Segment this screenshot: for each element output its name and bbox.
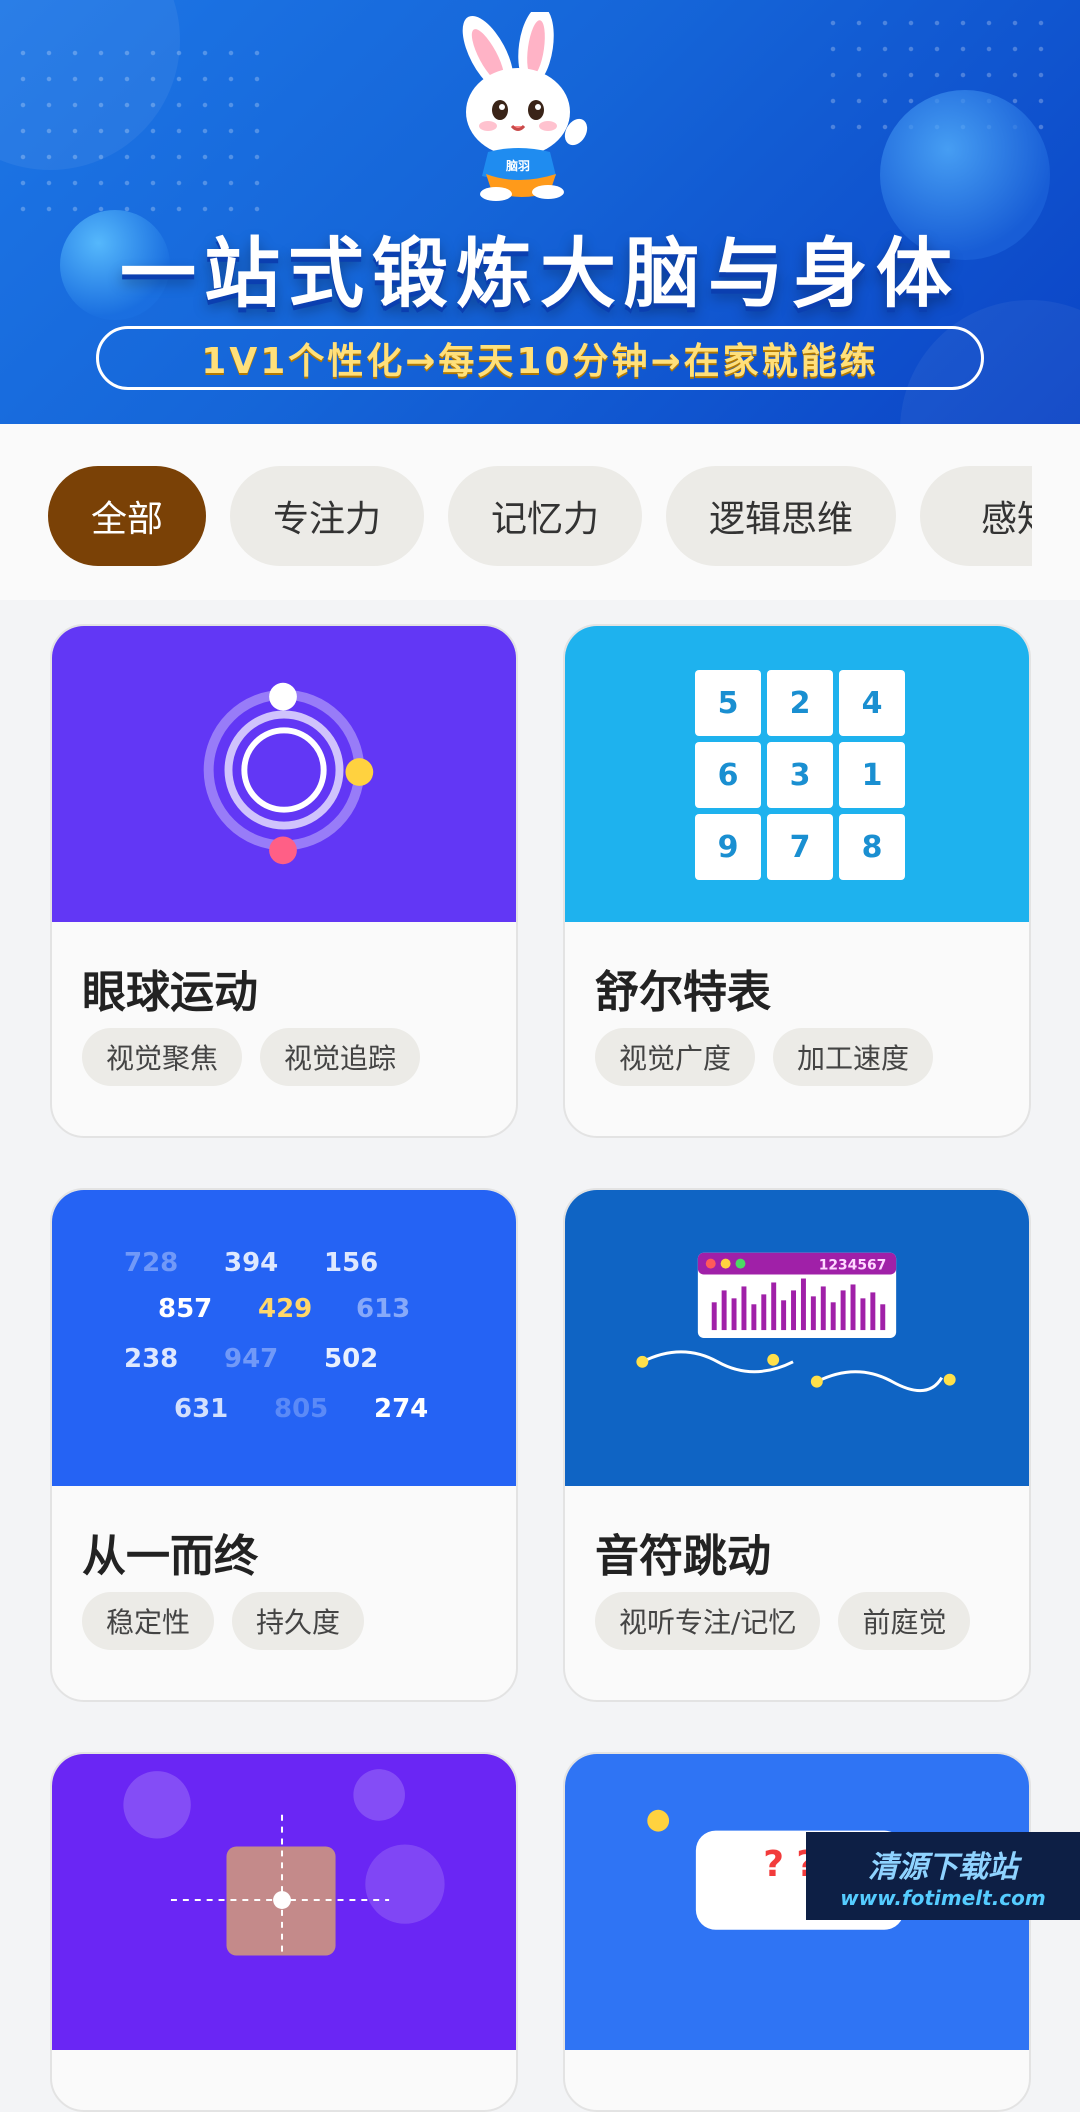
rabbit-mascot-icon: 脑羽	[462, 12, 588, 201]
game-card-eye-movement[interactable]: 眼球运动 视觉聚焦 视觉追踪	[50, 624, 518, 1138]
card-tags: 视觉广度 加工速度	[595, 1028, 951, 1086]
card-art: 1234567	[565, 1190, 1029, 1486]
grid-cell: 3	[767, 742, 833, 808]
number-item: 429	[258, 1294, 313, 1324]
card-tag: 持久度	[232, 1592, 365, 1650]
game-card-one-to-end[interactable]: 728 394 156 857 429 613 238 947 502 631 …	[50, 1188, 518, 1702]
grid-cell: 8	[839, 814, 905, 880]
category-tabs: 全部专注力记忆力逻辑思维感知	[0, 424, 1080, 600]
card-tag: 视听专注/记忆	[595, 1592, 821, 1650]
category-tabs-scroll[interactable]: 全部专注力记忆力逻辑思维感知	[48, 466, 1032, 566]
game-card-6[interactable]: ? ?	[563, 1752, 1031, 2112]
card-tags: 稳定性 持久度	[82, 1592, 382, 1650]
tab-perception[interactable]: 感知	[920, 466, 1032, 566]
card-tag: 视觉追踪	[260, 1028, 421, 1086]
promo-banner[interactable]: 脑羽 一站式锻炼大脑与身体 1V1个性化→每天10分钟→在家就能练	[0, 0, 1080, 424]
tab-focus[interactable]: 专注力	[230, 466, 424, 566]
number-item: 238	[124, 1344, 179, 1374]
tab-memory[interactable]: 记忆力	[448, 466, 642, 566]
tab-logic[interactable]: 逻辑思维	[666, 466, 896, 566]
grid-cell: 9	[695, 814, 761, 880]
banner-dots	[10, 40, 270, 220]
game-card-note-jump[interactable]: 1234567 音符跳动 视听专注/记忆 前庭觉	[563, 1188, 1031, 1702]
card-tag: 视觉聚焦	[82, 1028, 243, 1086]
number-item: 613	[356, 1294, 411, 1324]
number-item: 805	[274, 1394, 329, 1424]
svg-text:脑羽: 脑羽	[505, 158, 530, 173]
number-item: 502	[324, 1344, 379, 1374]
number-item: 947	[224, 1344, 279, 1374]
number-item: 728	[124, 1248, 179, 1278]
banner-subtitle: 1V1个性化→每天10分钟→在家就能练	[201, 341, 879, 382]
music-window-icon: 1234567	[636, 1252, 956, 1393]
card-tag: 稳定性	[82, 1592, 215, 1650]
grid-cell: 2	[767, 670, 833, 736]
orbit-icon	[203, 682, 374, 865]
svg-text:1234567: 1234567	[819, 1258, 887, 1274]
card-tags: 视觉聚焦 视觉追踪	[82, 1028, 438, 1086]
number-item: 631	[174, 1394, 229, 1424]
card-title: 舒尔特表	[595, 967, 771, 1018]
watermark-url: www.fotimelt.com	[840, 1886, 1046, 1910]
number-item: 857	[158, 1294, 213, 1324]
card-art: 5 2 4 6 3 1 9 7 8	[565, 626, 1029, 922]
card-art	[52, 626, 516, 922]
card-tag: 前庭觉	[838, 1592, 971, 1650]
game-card-5[interactable]	[50, 1752, 518, 2112]
card-title: 从一而终	[82, 1531, 258, 1582]
number-item: 156	[324, 1248, 379, 1278]
watermark-name: 清源下载站	[868, 1850, 1018, 1885]
grid-cell: 1	[839, 742, 905, 808]
crosshair-game-icon	[123, 1769, 445, 1956]
card-art	[52, 1754, 516, 2050]
card-tags: 视听专注/记忆 前庭觉	[595, 1592, 988, 1650]
card-art: 728 394 156 857 429 613 238 947 502 631 …	[52, 1190, 516, 1486]
number-grid: 5 2 4 6 3 1 9 7 8	[695, 670, 905, 880]
number-item: 394	[224, 1248, 279, 1278]
grid-cell: 7	[767, 814, 833, 880]
card-title: 眼球运动	[82, 967, 258, 1018]
grid-cell: 4	[839, 670, 905, 736]
grid-cell: 5	[695, 670, 761, 736]
card-title: 音符跳动	[595, 1531, 771, 1582]
card-tag: 视觉广度	[595, 1028, 756, 1086]
number-item: 274	[374, 1394, 429, 1424]
tab-all[interactable]: 全部	[48, 466, 206, 566]
banner-title: 一站式锻炼大脑与身体	[120, 229, 960, 318]
site-watermark: 清源下载站 www.fotimelt.com	[806, 1832, 1080, 1920]
game-card-schulte-table[interactable]: 5 2 4 6 3 1 9 7 8 舒尔特表 视觉广度 加工速度	[563, 624, 1031, 1138]
banner-subtitle-pill: 1V1个性化→每天10分钟→在家就能练	[96, 326, 984, 390]
grid-cell: 6	[695, 742, 761, 808]
card-tag: 加工速度	[773, 1028, 934, 1086]
